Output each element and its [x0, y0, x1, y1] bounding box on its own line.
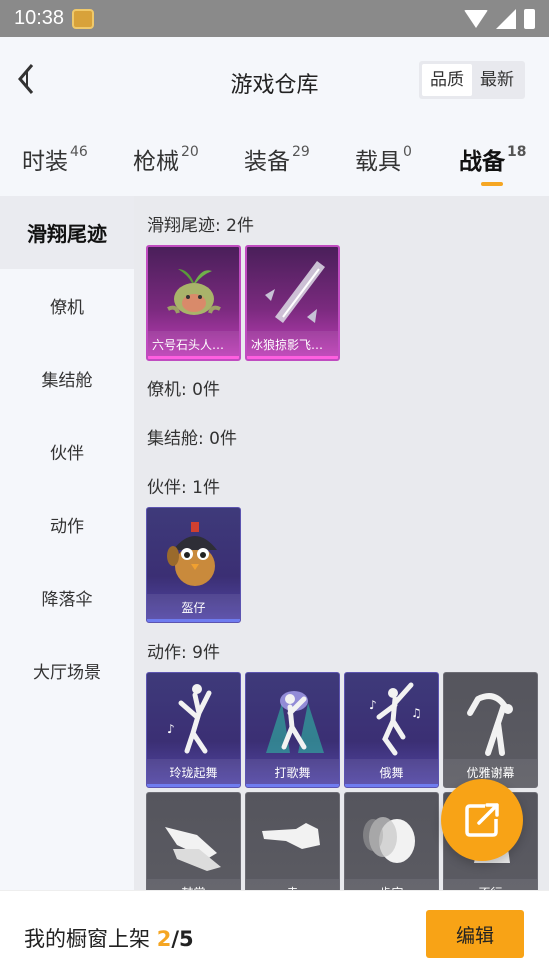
sidebar-item-rally-pod[interactable]: 集结舱: [0, 342, 134, 415]
item-card[interactable]: 六号石头人飞…: [146, 245, 241, 361]
song-dance-emote-icon: [266, 691, 324, 753]
tab-label: 载具: [355, 149, 401, 175]
rarity-bar: [345, 784, 438, 787]
russian-dance-emote-icon: ♪ ♫: [369, 682, 422, 756]
tab-label: 枪械: [133, 149, 179, 175]
share-icon: [465, 803, 499, 837]
sidebar-item-parachute[interactable]: 降落伞: [0, 561, 134, 634]
helmet-chick-partner-icon: [167, 522, 217, 586]
status-time: 10:38: [14, 7, 65, 29]
item-name: 六号石头人飞…: [148, 331, 239, 359]
rarity-bar: [247, 356, 338, 359]
signal-icon: [496, 8, 516, 29]
rarity-bar: [147, 784, 240, 787]
item-card[interactable]: ♪ ♫ 俄舞: [344, 672, 439, 788]
showcase-bar: 我的橱窗上架 2/5 编辑: [0, 890, 549, 976]
tab-label: 时装: [22, 149, 68, 175]
tab-count: 20: [181, 144, 199, 160]
showcase-total: /5: [171, 927, 194, 951]
item-card[interactable]: 鼓掌: [146, 792, 241, 896]
item-card[interactable]: 肯定: [344, 792, 439, 896]
item-name: 玲珑起舞: [147, 759, 240, 787]
category-tabs: 时装 46 枪械 20 装备 29 载具 0 战备 18: [0, 122, 549, 196]
svg-text:♫: ♫: [411, 706, 422, 720]
tab-fashion[interactable]: 时装 46: [22, 142, 88, 176]
sort-latest-button[interactable]: 最新: [472, 64, 522, 96]
nod-emote-icon: [363, 817, 415, 863]
section-title-partner: 伙伴: 1件: [147, 478, 220, 498]
point-emote-icon: [262, 823, 320, 849]
item-card[interactable]: ♪ 玲珑起舞: [146, 672, 241, 788]
sidebar-item-lobby-scene[interactable]: 大厅场景: [0, 634, 134, 707]
sort-quality-button[interactable]: 品质: [422, 64, 472, 96]
item-name: 盔仔: [147, 594, 240, 622]
edit-button[interactable]: 编辑: [426, 910, 524, 958]
item-card[interactable]: 冰狼掠影飞行…: [245, 245, 340, 361]
rarity-bar: [246, 784, 339, 787]
item-card[interactable]: 走: [245, 792, 340, 896]
tab-count: 18: [507, 144, 527, 160]
tab-vehicles[interactable]: 载具 0: [355, 142, 412, 176]
bow-emote-icon: [467, 693, 513, 756]
status-bar: 10:38: [0, 0, 549, 37]
tab-equipment[interactable]: 装备 29: [244, 142, 310, 176]
item-name: 俄舞: [345, 759, 438, 787]
showcase-label: 我的橱窗上架: [24, 927, 157, 951]
item-card[interactable]: 盔仔: [146, 507, 241, 623]
dance-emote-icon: ♪: [167, 684, 212, 754]
sort-toggle: 品质 最新: [419, 61, 525, 99]
header: 游戏仓库 品质 最新: [0, 37, 549, 122]
svg-text:♪: ♪: [369, 698, 377, 712]
tab-guns[interactable]: 枪械 20: [133, 142, 199, 176]
tab-count: 46: [70, 144, 88, 160]
ice-wolf-trail-icon: [265, 261, 325, 323]
item-card[interactable]: 优雅谢幕: [443, 672, 538, 788]
stone-golem-trail-icon: [167, 269, 221, 315]
sidebar-item-emote[interactable]: 动作: [0, 488, 134, 561]
active-tab-indicator: [481, 182, 503, 186]
rarity-bar: [147, 619, 240, 622]
showcase-count: 2: [156, 927, 172, 951]
item-name: 冰狼掠影飞行…: [247, 331, 338, 359]
wifi-icon: [464, 9, 488, 28]
section-title-wingman: 僚机: 0件: [147, 380, 220, 400]
sidebar-item-glide-trail[interactable]: 滑翔尾迹: [0, 196, 134, 269]
section-title-glide-trail: 滑翔尾迹: 2件: [147, 216, 254, 236]
svg-text:♪: ♪: [167, 722, 175, 736]
tab-count: 29: [292, 144, 310, 160]
battery-icon: [524, 8, 535, 29]
section-title-rally-pod: 集结舱: 0件: [147, 429, 237, 449]
item-name: 打歌舞: [246, 759, 339, 787]
tab-label: 战备: [459, 149, 505, 175]
showcase-status: 我的橱窗上架 2/5: [24, 923, 194, 953]
tab-label: 装备: [244, 149, 290, 175]
section-title-emote: 动作: 9件: [147, 643, 220, 663]
clap-emote-icon: [165, 827, 221, 871]
share-button[interactable]: [441, 779, 523, 861]
sidebar: 滑翔尾迹 僚机 集结舱 伙伴 动作 降落伞 大厅场景: [0, 196, 134, 896]
sidebar-item-partner[interactable]: 伙伴: [0, 415, 134, 488]
tab-readiness[interactable]: 战备 18: [459, 142, 527, 186]
sidebar-item-wingman[interactable]: 僚机: [0, 269, 134, 342]
item-card[interactable]: 打歌舞: [245, 672, 340, 788]
app-notification-icon: [72, 8, 95, 29]
rarity-bar: [148, 356, 239, 359]
tab-count: 0: [403, 144, 412, 160]
